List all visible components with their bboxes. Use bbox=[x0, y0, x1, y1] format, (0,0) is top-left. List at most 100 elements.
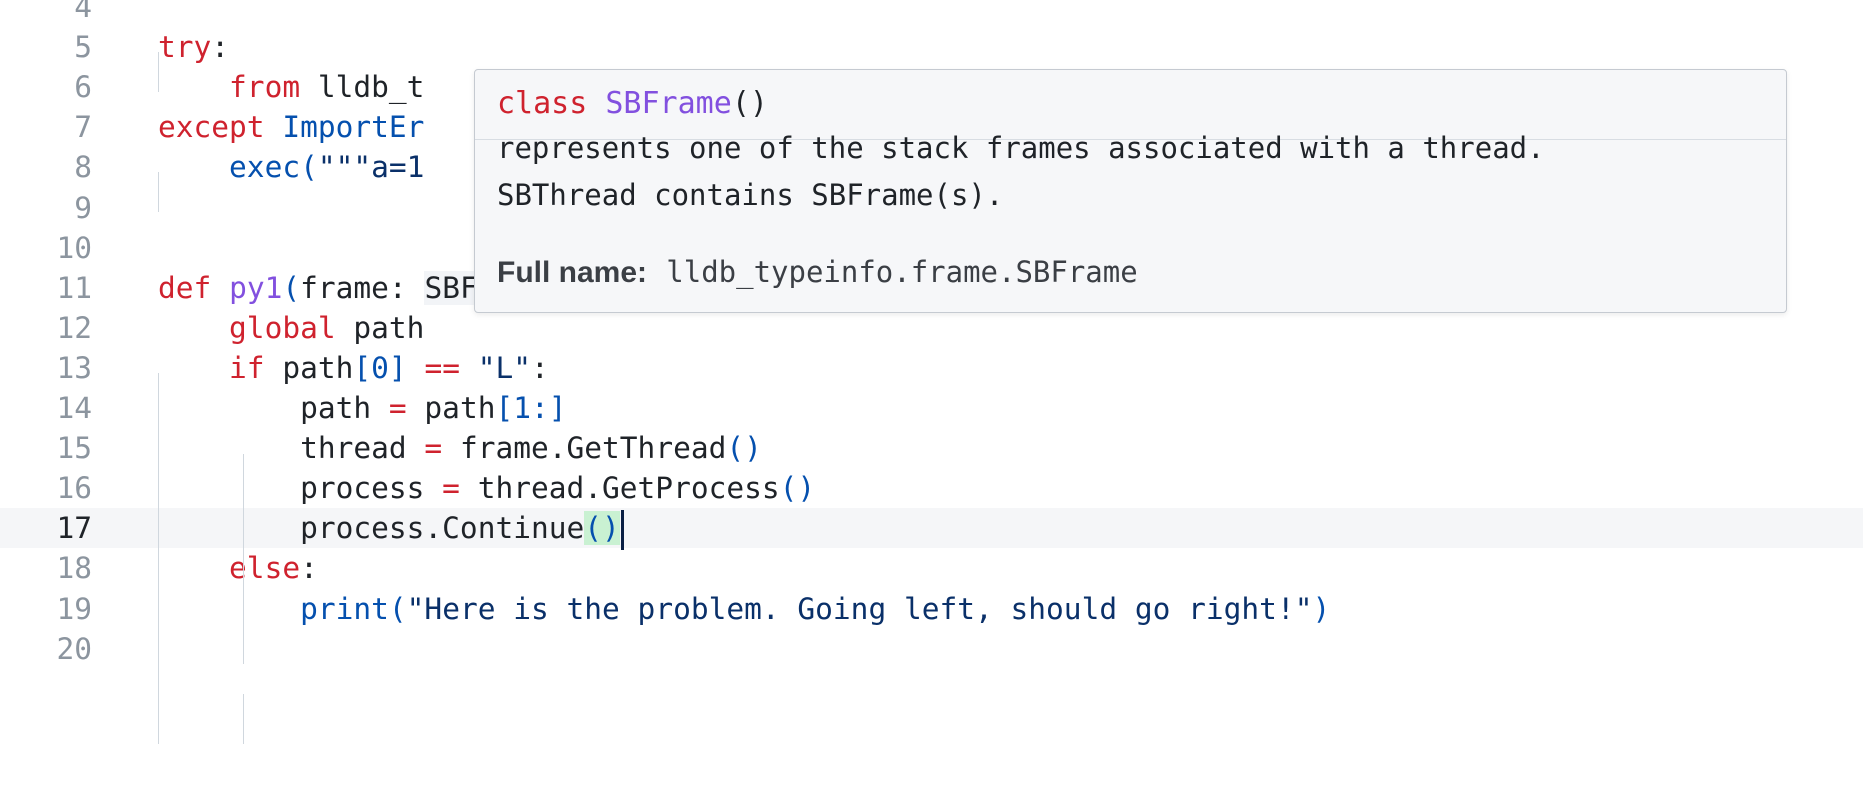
code-text[interactable]: print("Here is the problem. Going left, … bbox=[158, 589, 1330, 629]
code-token: thread.GetProcess bbox=[459, 471, 780, 506]
code-token: global bbox=[229, 310, 336, 345]
code-token: process.Continue bbox=[158, 511, 585, 546]
code-token: : bbox=[300, 551, 318, 586]
code-line[interactable]: 19 print("Here is the problem. Going lef… bbox=[0, 589, 1863, 629]
line-number: 11 bbox=[56, 270, 92, 305]
line-number: 8 bbox=[74, 150, 92, 185]
code-text[interactable]: path = path[1:] bbox=[158, 388, 567, 428]
code-token: thread bbox=[158, 431, 425, 466]
code-line[interactable]: 14 path = path[1:] bbox=[0, 388, 1863, 428]
line-number: 20 bbox=[56, 631, 92, 666]
code-line[interactable]: 20 bbox=[0, 629, 1863, 669]
code-token: path bbox=[264, 350, 354, 385]
code-token: path bbox=[158, 391, 389, 425]
hover-docstring: represents one of the stack frames assoc… bbox=[497, 125, 1767, 219]
code-token: path bbox=[335, 310, 425, 345]
code-token: ImportEr bbox=[282, 110, 425, 145]
line-number: 9 bbox=[74, 190, 92, 225]
code-token: """a=1 bbox=[317, 150, 425, 185]
code-token: except bbox=[158, 110, 265, 145]
code-text[interactable]: exec("""a=1 bbox=[158, 147, 424, 187]
code-token: process bbox=[158, 471, 443, 506]
code-line[interactable]: 12 global path bbox=[0, 308, 1863, 348]
code-token: () bbox=[584, 511, 620, 546]
docstring-line: represents one of the stack frames assoc… bbox=[497, 131, 1545, 165]
line-number: 4 bbox=[74, 0, 92, 24]
code-line[interactable]: 5 try: bbox=[0, 27, 1863, 67]
code-token: : bbox=[531, 350, 549, 385]
code-token: 1: bbox=[513, 391, 549, 425]
code-line[interactable]: 15 thread = frame.GetThread() bbox=[0, 428, 1863, 468]
code-token: ( bbox=[300, 150, 318, 185]
code-text[interactable]: thread = frame.GetThread() bbox=[158, 428, 762, 468]
code-token: = bbox=[424, 431, 443, 466]
code-token: path bbox=[406, 391, 496, 425]
line-number: 6 bbox=[74, 70, 92, 105]
line-number: 14 bbox=[56, 391, 92, 425]
code-line[interactable]: 16 process = thread.GetProcess() bbox=[0, 468, 1863, 508]
code-token: [ bbox=[353, 350, 372, 385]
fullname-value: lldb_typeinfo.frame.SBFrame bbox=[666, 255, 1138, 289]
code-line[interactable]: 13 if path[0] == "L": bbox=[0, 348, 1863, 388]
code-token: try bbox=[158, 30, 212, 65]
text-cursor bbox=[620, 509, 624, 550]
code-text[interactable]: try: bbox=[158, 27, 229, 67]
code-token: = bbox=[442, 471, 460, 506]
code-token: ) bbox=[1312, 591, 1331, 626]
hover-fullname: Full name: lldb_typeinfo.frame.SBFrame bbox=[497, 248, 1138, 296]
code-token: ( bbox=[388, 591, 407, 626]
code-line[interactable]: 18 else: bbox=[0, 548, 1863, 588]
code-text[interactable]: process.Continue() bbox=[158, 508, 624, 550]
code-token: def bbox=[158, 270, 212, 305]
code-token: lldb_t bbox=[300, 70, 425, 105]
signature-keyword: class bbox=[497, 86, 588, 121]
code-text[interactable]: from lldb_t bbox=[158, 67, 424, 107]
hover-signature: class SBFrame() bbox=[497, 80, 768, 128]
code-token: ] bbox=[388, 350, 407, 385]
code-text[interactable]: if path[0] == "L": bbox=[158, 348, 549, 388]
line-number: 18 bbox=[56, 551, 92, 586]
line-number: 13 bbox=[56, 350, 92, 385]
code-token: ] bbox=[548, 391, 567, 425]
signature-class-name: SBFrame bbox=[605, 86, 732, 121]
indent-guide bbox=[158, 52, 159, 92]
indent-guide bbox=[158, 172, 159, 212]
code-token: [ bbox=[495, 391, 514, 425]
line-number: 10 bbox=[56, 230, 92, 265]
docstring-line: SBThread contains SBFrame(s). bbox=[497, 178, 1004, 212]
code-token: py1 bbox=[229, 270, 283, 305]
line-number: 19 bbox=[56, 591, 92, 626]
indent-guide bbox=[243, 454, 244, 664]
code-token: "L" bbox=[477, 350, 532, 385]
code-token: ( bbox=[282, 270, 301, 305]
code-text[interactable]: except ImportEr bbox=[158, 107, 424, 147]
code-token: : bbox=[211, 30, 230, 65]
hover-tooltip: class SBFrame() represents one of the st… bbox=[474, 69, 1787, 313]
code-token: "Here is the problem. Going left, should… bbox=[406, 591, 1313, 626]
line-number: 16 bbox=[56, 471, 92, 506]
code-token: 0 bbox=[371, 350, 389, 385]
code-token: print bbox=[300, 591, 389, 626]
line-number: 15 bbox=[56, 431, 92, 466]
indent-guide bbox=[243, 694, 244, 744]
code-text[interactable]: process = thread.GetProcess() bbox=[158, 468, 815, 508]
code-token: frame.GetThread bbox=[442, 431, 727, 466]
code-line[interactable]: 17 process.Continue() bbox=[0, 508, 1863, 550]
line-number: 17 bbox=[56, 511, 92, 546]
code-token: else bbox=[229, 551, 301, 586]
signature-parens: () bbox=[731, 86, 768, 121]
code-text[interactable]: global path bbox=[158, 308, 424, 348]
code-line[interactable]: 4 bbox=[0, 0, 1863, 27]
code-text[interactable]: else: bbox=[158, 548, 318, 588]
code-token: = bbox=[388, 391, 407, 425]
fullname-label: Full name: bbox=[497, 256, 648, 289]
